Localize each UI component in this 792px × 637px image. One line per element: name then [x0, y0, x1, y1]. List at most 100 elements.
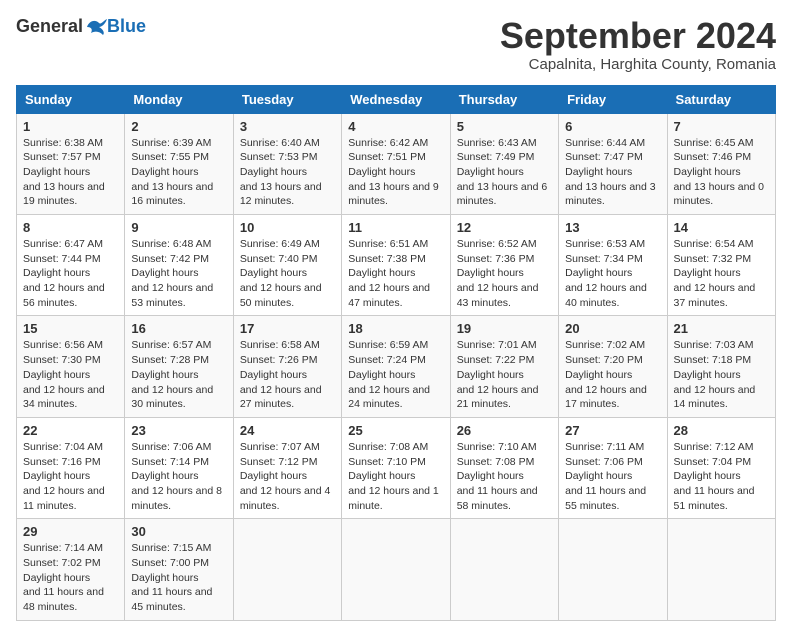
weekday-header: Thursday	[450, 85, 558, 113]
calendar-week-row: 29 Sunrise: 7:14 AM Sunset: 7:02 PM Dayl…	[17, 519, 776, 620]
sunset-label: Sunset: 7:06 PM	[565, 456, 643, 468]
sunset-label: Sunset: 7:04 PM	[674, 456, 752, 468]
day-info: Sunrise: 6:51 AM Sunset: 7:38 PM Dayligh…	[348, 237, 443, 310]
daylight-label: Daylight hours	[565, 470, 632, 482]
sunrise-label: Sunrise: 6:47 AM	[23, 238, 103, 250]
sunrise-label: Sunrise: 6:52 AM	[457, 238, 537, 250]
daylight-value: and 12 hours and 50 minutes.	[240, 282, 322, 309]
calendar-cell	[342, 519, 450, 620]
day-info: Sunrise: 6:48 AM Sunset: 7:42 PM Dayligh…	[131, 237, 226, 310]
sunset-label: Sunset: 7:40 PM	[240, 253, 318, 265]
day-info: Sunrise: 6:56 AM Sunset: 7:30 PM Dayligh…	[23, 338, 118, 411]
daylight-value: and 12 hours and 37 minutes.	[674, 282, 756, 309]
sunset-label: Sunset: 7:30 PM	[23, 354, 101, 366]
calendar-cell: 15 Sunrise: 6:56 AM Sunset: 7:30 PM Dayl…	[17, 316, 125, 417]
sunrise-label: Sunrise: 7:15 AM	[131, 542, 211, 554]
day-number: 23	[131, 423, 226, 438]
daylight-value: and 12 hours and 8 minutes.	[131, 485, 222, 512]
sunrise-label: Sunrise: 6:51 AM	[348, 238, 428, 250]
sunset-label: Sunset: 7:24 PM	[348, 354, 426, 366]
daylight-label: Daylight hours	[348, 369, 415, 381]
daylight-value: and 13 hours and 16 minutes.	[131, 181, 213, 208]
sunrise-label: Sunrise: 7:12 AM	[674, 441, 754, 453]
daylight-label: Daylight hours	[240, 166, 307, 178]
calendar-cell: 28 Sunrise: 7:12 AM Sunset: 7:04 PM Dayl…	[667, 417, 775, 518]
day-info: Sunrise: 7:10 AM Sunset: 7:08 PM Dayligh…	[457, 440, 552, 513]
daylight-label: Daylight hours	[565, 267, 632, 279]
calendar-cell: 27 Sunrise: 7:11 AM Sunset: 7:06 PM Dayl…	[559, 417, 667, 518]
daylight-label: Daylight hours	[131, 572, 198, 584]
calendar-cell: 24 Sunrise: 7:07 AM Sunset: 7:12 PM Dayl…	[233, 417, 341, 518]
calendar-cell	[667, 519, 775, 620]
sunset-label: Sunset: 7:10 PM	[348, 456, 426, 468]
daylight-label: Daylight hours	[674, 166, 741, 178]
day-number: 15	[23, 321, 118, 336]
day-number: 13	[565, 220, 660, 235]
daylight-value: and 11 hours and 51 minutes.	[674, 485, 755, 512]
calendar-cell: 19 Sunrise: 7:01 AM Sunset: 7:22 PM Dayl…	[450, 316, 558, 417]
calendar-cell	[233, 519, 341, 620]
daylight-value: and 13 hours and 12 minutes.	[240, 181, 322, 208]
sunset-label: Sunset: 7:49 PM	[457, 151, 535, 163]
day-info: Sunrise: 6:52 AM Sunset: 7:36 PM Dayligh…	[457, 237, 552, 310]
day-number: 11	[348, 220, 443, 235]
sunrise-label: Sunrise: 6:48 AM	[131, 238, 211, 250]
day-info: Sunrise: 7:03 AM Sunset: 7:18 PM Dayligh…	[674, 338, 769, 411]
daylight-label: Daylight hours	[23, 166, 90, 178]
day-number: 24	[240, 423, 335, 438]
daylight-label: Daylight hours	[23, 267, 90, 279]
daylight-value: and 13 hours and 0 minutes.	[674, 181, 765, 208]
calendar-cell: 6 Sunrise: 6:44 AM Sunset: 7:47 PM Dayli…	[559, 113, 667, 214]
daylight-value: and 11 hours and 48 minutes.	[23, 586, 104, 613]
sunset-label: Sunset: 7:12 PM	[240, 456, 318, 468]
day-number: 2	[131, 119, 226, 134]
calendar-cell: 13 Sunrise: 6:53 AM Sunset: 7:34 PM Dayl…	[559, 215, 667, 316]
sunrise-label: Sunrise: 6:42 AM	[348, 137, 428, 149]
daylight-value: and 12 hours and 34 minutes.	[23, 384, 105, 411]
daylight-value: and 13 hours and 19 minutes.	[23, 181, 105, 208]
calendar-cell: 30 Sunrise: 7:15 AM Sunset: 7:00 PM Dayl…	[125, 519, 233, 620]
sunrise-label: Sunrise: 7:04 AM	[23, 441, 103, 453]
sunset-label: Sunset: 7:02 PM	[23, 557, 101, 569]
sunrise-label: Sunrise: 6:45 AM	[674, 137, 754, 149]
weekday-header: Tuesday	[233, 85, 341, 113]
sunrise-label: Sunrise: 6:58 AM	[240, 339, 320, 351]
daylight-label: Daylight hours	[348, 166, 415, 178]
daylight-label: Daylight hours	[674, 369, 741, 381]
daylight-value: and 12 hours and 21 minutes.	[457, 384, 539, 411]
calendar-cell: 7 Sunrise: 6:45 AM Sunset: 7:46 PM Dayli…	[667, 113, 775, 214]
day-info: Sunrise: 7:08 AM Sunset: 7:10 PM Dayligh…	[348, 440, 443, 513]
daylight-label: Daylight hours	[348, 470, 415, 482]
calendar-cell: 26 Sunrise: 7:10 AM Sunset: 7:08 PM Dayl…	[450, 417, 558, 518]
day-info: Sunrise: 6:59 AM Sunset: 7:24 PM Dayligh…	[348, 338, 443, 411]
title-section: September 2024 Capalnita, Harghita Count…	[500, 16, 776, 73]
sunrise-label: Sunrise: 6:54 AM	[674, 238, 754, 250]
sunset-label: Sunset: 7:34 PM	[565, 253, 643, 265]
logo-bird-icon	[85, 17, 107, 37]
daylight-label: Daylight hours	[565, 166, 632, 178]
daylight-label: Daylight hours	[457, 470, 524, 482]
sunset-label: Sunset: 7:22 PM	[457, 354, 535, 366]
calendar-cell: 2 Sunrise: 6:39 AM Sunset: 7:55 PM Dayli…	[125, 113, 233, 214]
calendar-cell: 23 Sunrise: 7:06 AM Sunset: 7:14 PM Dayl…	[125, 417, 233, 518]
daylight-value: and 12 hours and 27 minutes.	[240, 384, 322, 411]
day-info: Sunrise: 6:45 AM Sunset: 7:46 PM Dayligh…	[674, 136, 769, 209]
weekday-header: Friday	[559, 85, 667, 113]
day-number: 27	[565, 423, 660, 438]
sunrise-label: Sunrise: 6:39 AM	[131, 137, 211, 149]
daylight-value: and 13 hours and 6 minutes.	[457, 181, 548, 208]
calendar-cell: 17 Sunrise: 6:58 AM Sunset: 7:26 PM Dayl…	[233, 316, 341, 417]
day-info: Sunrise: 6:42 AM Sunset: 7:51 PM Dayligh…	[348, 136, 443, 209]
calendar-cell: 1 Sunrise: 6:38 AM Sunset: 7:57 PM Dayli…	[17, 113, 125, 214]
day-number: 19	[457, 321, 552, 336]
calendar-week-row: 22 Sunrise: 7:04 AM Sunset: 7:16 PM Dayl…	[17, 417, 776, 518]
sunset-label: Sunset: 7:53 PM	[240, 151, 318, 163]
daylight-value: and 12 hours and 43 minutes.	[457, 282, 539, 309]
daylight-value: and 12 hours and 47 minutes.	[348, 282, 430, 309]
daylight-value: and 12 hours and 17 minutes.	[565, 384, 647, 411]
day-number: 29	[23, 524, 118, 539]
daylight-label: Daylight hours	[240, 470, 307, 482]
location-subtitle: Capalnita, Harghita County, Romania	[500, 56, 776, 73]
daylight-label: Daylight hours	[131, 166, 198, 178]
weekday-header: Saturday	[667, 85, 775, 113]
